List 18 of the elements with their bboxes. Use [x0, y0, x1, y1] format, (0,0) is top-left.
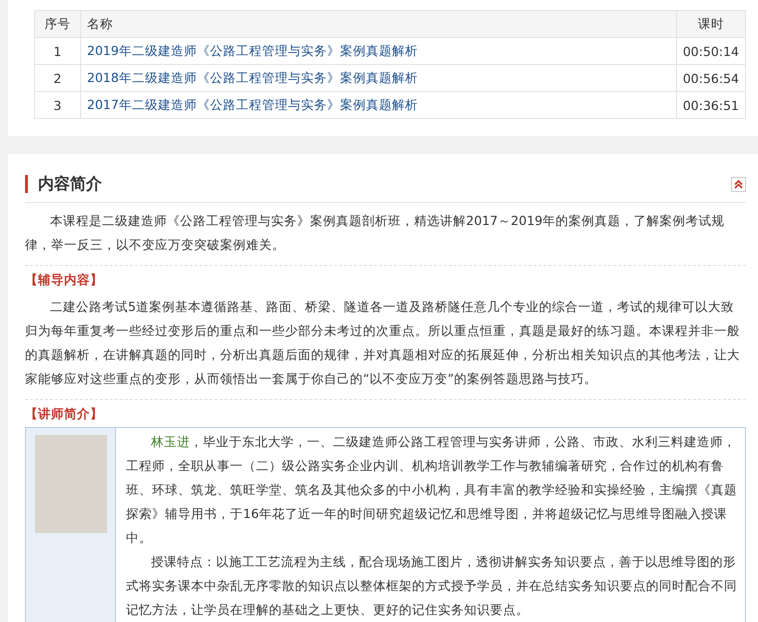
section-title: 内容简介 — [38, 174, 102, 194]
teacher-bio: 林玉进，毕业于东北大学，一、二级建造师公路工程管理与实务讲师，公路、市政、水利三料建造师，工程师，全职从事一（二）级公路实务企业内训、机构培训教学工作与教辅编著研究，合作过的机构有鲁班、环球、筑龙、筑旺学堂、筑名及其他众多的中小机构，具有丰富的教学经验和实操经验，主编撰《真题探索》辅导用书，于16年花了近一年的时间研究超级记忆和思维导图，并将超级记忆与思维导图融入授课中。 — [126, 433, 737, 547]
guidance-paragraph: 二建公路考试5道案例基本遵循路基、路面、桥梁、隧道各一道及路桥隧任意几个专业的综合一道，考试的规律可以大致归为每年重复考一些经过变形后的重点和一些少部分未考过的次重点。所以重点恒重，真题是最好的练习题。本课程并非一般的真题解析，在讲解真题的同时，分析出真题后面的规律，并对真题相对应的拓展延伸，分析出相关知识点的其他考法，让大家能够应对这些重点的变形，从而领悟出一套属于你自己的“以不变应万变”的案例答题思路与技巧。 — [25, 298, 741, 388]
table-cell: 00:50:14 — [676, 38, 746, 64]
column-header: 序号 — [34, 10, 80, 38]
heading-accent-bar — [25, 175, 28, 193]
table-cell: 00:36:51 — [676, 92, 746, 118]
column-header: 课时 — [676, 10, 746, 38]
collapse-icon[interactable] — [731, 176, 746, 192]
subsection-heading: 【辅导内容】 — [25, 272, 104, 289]
table-cell: 3 — [34, 92, 80, 118]
table-cell: 1 — [34, 38, 80, 64]
column-header: 名称 — [80, 10, 676, 38]
table-cell: 00:56:54 — [676, 64, 746, 92]
teaching-style-paragraph: 授课特点：以施工工艺流程为主线，配合现场施工图片，透彻讲解实务知识要点，善于以思维导图的形式将实务课本中杂乱无序零散的知识点以整体框架的方式授予学员，并在总结实务知识要点的同时配合不同记忆方法，让学员在理解的基础之上更快、更好的记住实务知识要点。 — [126, 553, 737, 619]
table-cell: 2 — [34, 64, 80, 92]
summary-paragraph: 本课程是二级建造师《公路工程管理与实务》案例真题剖析班，精选讲解2017～2019年的案例真题，了解案例考试规律，举一反三，以不变应万变突破案例难关。 — [25, 212, 726, 254]
subsection-heading: 【讲师简介】 — [25, 406, 104, 423]
